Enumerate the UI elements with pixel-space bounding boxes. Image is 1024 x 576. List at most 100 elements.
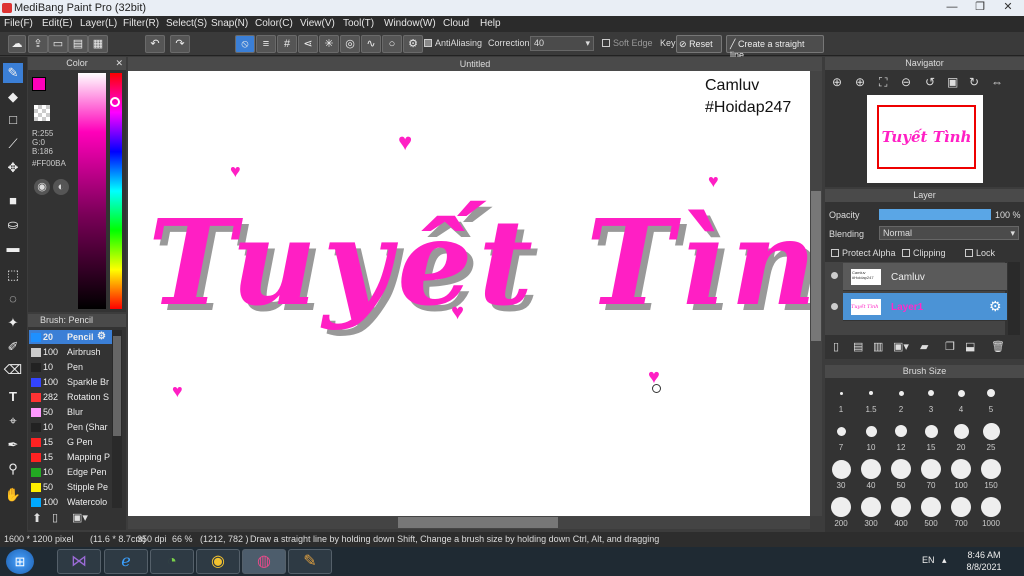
brush-item[interactable]: 10 Edge Pen xyxy=(29,465,122,480)
brush-size-option[interactable]: 100 xyxy=(947,457,975,493)
brush-size-option[interactable]: 1000 xyxy=(977,495,1005,531)
bucket-tool-icon[interactable]: ⛀ xyxy=(3,215,23,235)
concentric-snap-icon[interactable]: ◎ xyxy=(340,35,360,53)
brush-settings-gear-icon[interactable]: ⚙ xyxy=(97,331,106,342)
eye-icon[interactable] xyxy=(831,272,838,279)
curve-snap-icon[interactable]: ∿ xyxy=(361,35,381,53)
brush-item[interactable]: 15 G Pen xyxy=(29,435,122,450)
brush-size-option[interactable]: 20 xyxy=(947,419,975,455)
select-pen-icon[interactable]: ✐ xyxy=(3,337,23,357)
new-layer-icon[interactable]: ▯ xyxy=(833,340,839,353)
menu-filter[interactable]: Filter(R) xyxy=(123,18,159,29)
transparent-swatch[interactable] xyxy=(34,105,50,121)
canvas-tab[interactable]: Untitled xyxy=(128,57,822,71)
brush-item[interactable]: 10 Pen (Shar xyxy=(29,420,122,435)
brush-size-option[interactable]: 300 xyxy=(857,495,885,531)
brush-size-option[interactable]: 25 xyxy=(977,419,1005,455)
trash-icon[interactable]: 🗑 xyxy=(991,340,1005,353)
move-tool-icon[interactable]: ✥ xyxy=(3,158,23,178)
select-tool-icon[interactable]: ⬚ xyxy=(3,265,23,285)
brush-size-option[interactable]: 4 xyxy=(947,381,975,417)
internet-explorer-icon[interactable]: ℯ xyxy=(104,549,148,574)
soft-edge-checkbox[interactable]: Soft Edge xyxy=(602,38,653,48)
color-wheel-icon[interactable]: ◐ xyxy=(53,179,69,195)
brush-size-option[interactable]: 2 xyxy=(887,381,915,417)
lasso-tool-icon[interactable]: ◌ xyxy=(3,289,23,309)
share-icon[interactable]: ⇪ xyxy=(28,35,48,53)
brush-item[interactable]: 20 Pencil ⚙ xyxy=(29,330,122,345)
layer-menu-icon[interactable]: ▣▾ xyxy=(893,340,909,353)
menu-select[interactable]: Select(S) xyxy=(166,18,207,29)
chrome-icon[interactable]: ◉ xyxy=(196,549,240,574)
lock-checkbox[interactable]: Lock xyxy=(965,248,995,258)
paint-icon[interactable]: ✎ xyxy=(288,549,332,574)
brush-tool-icon[interactable]: ✎ xyxy=(3,63,23,83)
brush-item[interactable]: 10 Pen xyxy=(29,360,122,375)
zoom-in-icon[interactable]: ⊕ xyxy=(855,75,865,89)
menu-help[interactable]: Help xyxy=(480,18,501,29)
flip-icon[interactable]: ⇔ xyxy=(991,75,1003,89)
brightness-slider[interactable] xyxy=(78,73,106,309)
circle-snap-icon[interactable]: ○ xyxy=(382,35,402,53)
layer-settings-gear-icon[interactable]: ⚙ xyxy=(989,298,1002,315)
vanish-snap-icon[interactable]: ⋖ xyxy=(298,35,318,53)
rotate-left-icon[interactable]: ↺ xyxy=(925,75,935,89)
menu-color[interactable]: Color(C) xyxy=(255,18,293,29)
radial-snap-icon[interactable]: ✳ xyxy=(319,35,339,53)
palette-icon[interactable]: ◉ xyxy=(34,179,50,195)
magic-wand-icon[interactable]: ✦ xyxy=(3,313,23,333)
pick-color-icon[interactable]: ⚲ xyxy=(3,459,23,479)
coc-coc-icon[interactable]: ◔ xyxy=(150,549,194,574)
fill-rect-tool-icon[interactable]: ■ xyxy=(3,191,23,211)
layer-row-camluv[interactable]: Camluv #Hoidap247 Camluv xyxy=(831,263,1007,291)
layer-row-layer1[interactable]: Tuyết Tình Layer1 ⚙ xyxy=(831,293,1007,321)
fit-window-icon[interactable]: ⛶ xyxy=(879,75,887,90)
brush-size-option[interactable]: 7 xyxy=(827,419,855,455)
brush-item[interactable]: 50 Blur xyxy=(29,405,122,420)
straight-line-button[interactable]: ╱ Create a straight line xyxy=(726,35,824,60)
brush-item[interactable]: 282 Rotation S xyxy=(29,390,122,405)
menu-cloud[interactable]: Cloud xyxy=(443,18,469,29)
hand-tool-icon[interactable]: ✋ xyxy=(3,485,23,505)
brush-size-option[interactable]: 30 xyxy=(827,457,855,493)
rotate-right-icon[interactable]: ↻ xyxy=(969,75,979,89)
menu-edit[interactable]: Edit(E) xyxy=(42,18,73,29)
zoom-fit-icon[interactable]: ⊕ xyxy=(832,75,842,89)
snap-off-icon[interactable]: ⦸ xyxy=(235,35,255,53)
menu-view[interactable]: View(V) xyxy=(300,18,335,29)
cloud-icon[interactable]: ☁ xyxy=(8,35,26,53)
redo-icon[interactable]: ↷ xyxy=(170,35,190,53)
opacity-slider[interactable] xyxy=(879,209,991,220)
canvas-vscrollbar[interactable] xyxy=(810,71,822,516)
menu-window[interactable]: Window(W) xyxy=(384,18,436,29)
brush-size-option[interactable]: 500 xyxy=(917,495,945,531)
comment-icon[interactable]: ▭ xyxy=(48,35,68,53)
merge-down-icon[interactable]: ⬓ xyxy=(965,340,975,353)
rectangle-tool-icon[interactable]: □ xyxy=(3,110,23,130)
correction-select[interactable]: 40 ▾ xyxy=(530,36,594,51)
brush-item[interactable]: 15 Mapping P xyxy=(29,450,122,465)
brush-scroll-thumb[interactable] xyxy=(113,336,121,436)
snap-settings-icon[interactable]: ⚙ xyxy=(403,35,423,53)
protect-alpha-checkbox[interactable]: Protect Alpha xyxy=(831,248,896,258)
brush-size-option[interactable]: 150 xyxy=(977,457,1005,493)
vscroll-thumb[interactable] xyxy=(811,191,821,341)
eye-icon[interactable] xyxy=(831,303,838,310)
brush-size-option[interactable]: 10 xyxy=(857,419,885,455)
duplicate-layer-icon[interactable]: ❐ xyxy=(945,340,955,353)
start-button-icon[interactable]: ⊞ xyxy=(6,549,34,574)
visual-studio-icon[interactable]: ⋈ xyxy=(57,549,101,574)
gradient-tool-icon[interactable]: ▬ xyxy=(3,238,23,258)
menu-file[interactable]: File(F) xyxy=(4,18,33,29)
text-tool-icon[interactable]: T xyxy=(3,387,23,407)
primary-color-swatch[interactable] xyxy=(32,77,46,91)
brush-size-option[interactable]: 1.5 xyxy=(857,381,885,417)
eraser-tool-icon[interactable]: ◆ xyxy=(3,87,23,107)
clock[interactable]: 8:46 AM 8/8/2021 xyxy=(960,549,1008,573)
brush-size-option[interactable]: 200 xyxy=(827,495,855,531)
new-brush-icon[interactable]: ▯ xyxy=(52,511,58,524)
canvas-hscrollbar[interactable] xyxy=(128,516,810,529)
panel-close-icon[interactable]: ✕ xyxy=(115,57,123,70)
select-eraser-icon[interactable]: ⌫ xyxy=(3,360,23,380)
close-button[interactable]: ✕ xyxy=(994,0,1022,16)
